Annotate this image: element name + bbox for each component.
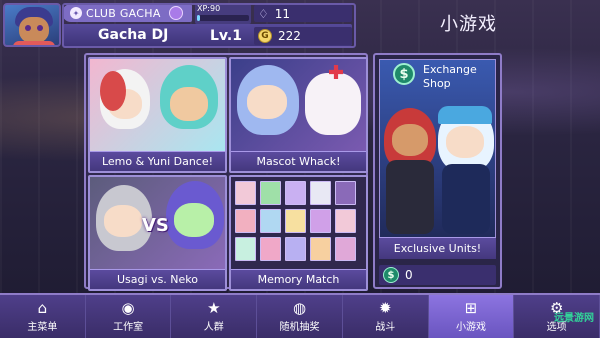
mascot-bunny [305, 73, 361, 135]
mascot-art [231, 59, 366, 151]
xp-fill [197, 15, 200, 21]
player-name: Gacha DJ [98, 27, 169, 43]
nav-studio[interactable]: ◉ 工作室 [85, 295, 172, 338]
nav-label: 主菜单 [27, 322, 58, 333]
minigames-panel: Lemo & Yuni Dance! Mascot Whack! VS Usag… [84, 53, 368, 291]
avatar-eye-right [37, 25, 43, 31]
nav-label: 随机抽奖 [279, 322, 320, 333]
camera-icon: ◉ [121, 299, 135, 317]
memory-card [235, 209, 256, 233]
character-face-green [174, 203, 214, 237]
vs-badge: VS [142, 215, 169, 236]
memory-card [285, 181, 306, 205]
minigame-tile-dance[interactable]: Lemo & Yuni Dance! [88, 57, 227, 173]
minigame-label: Usagi vs. Neko [90, 269, 225, 289]
memory-card [335, 209, 356, 233]
memory-card [310, 209, 331, 233]
avatar-shirt [13, 41, 55, 45]
exclusive-units-label: Exclusive Units! [379, 237, 496, 259]
star-icon: ★ [207, 299, 221, 317]
memory-card [335, 181, 356, 205]
exchange-shop-title: Exchange Shop [423, 63, 477, 91]
gem-count: 11 [274, 6, 291, 21]
club-bar[interactable]: ✦ CLUB GACHA [62, 4, 192, 22]
shop-currency-icon: $ [383, 267, 399, 283]
memory-card [285, 237, 306, 261]
home-icon: ⌂ [37, 299, 48, 317]
avatar[interactable] [3, 3, 61, 47]
player-header: ✦ CLUB GACHA Gacha DJ XP:90 Lv.1 ♢ 11 G … [0, 0, 360, 50]
nav-battle[interactable]: ✹ 战斗 [342, 295, 429, 338]
character-face [104, 205, 142, 237]
memory-card [235, 181, 256, 205]
exchange-shop-card[interactable]: $ Exchange Shop Exclusive Units! $ 0 [373, 53, 502, 289]
gold-counter[interactable]: G 222 [254, 27, 352, 45]
nav-crowd[interactable]: ★ 人群 [171, 295, 258, 338]
nav-gacha[interactable]: ◍ 随机抽奖 [257, 295, 343, 338]
usagi-neko-art: VS [90, 177, 225, 269]
character-red-hood [100, 71, 126, 111]
nav-main-menu[interactable]: ⌂ 主菜单 [0, 295, 86, 338]
character-dark-outfit [386, 160, 434, 234]
memory-card [260, 181, 281, 205]
gem-icon: ♢ [258, 6, 269, 21]
memory-card [235, 237, 256, 261]
battle-icon: ✹ [378, 299, 392, 317]
minigame-label: Lemo & Yuni Dance! [90, 151, 225, 171]
memory-card [310, 237, 331, 261]
memory-art [231, 177, 366, 269]
shop-balance-value: 0 [405, 268, 413, 282]
memory-card [335, 237, 356, 261]
character-face [247, 85, 287, 119]
gacha-icon: ◍ [292, 299, 307, 317]
nav-label: 人群 [203, 322, 224, 333]
nav-minigames[interactable]: ⊞ 小游戏 [428, 295, 515, 338]
xp-label: XP:90 [197, 4, 221, 13]
exchange-shop-title-line1: Exchange [423, 63, 477, 76]
minigame-label: Memory Match [231, 269, 366, 289]
nav-label: 小游戏 [455, 322, 486, 333]
minigame-label: Mascot Whack! [231, 151, 366, 171]
memory-card [260, 237, 281, 261]
shop-balance: $ 0 [379, 265, 496, 285]
club-icon: ✦ [70, 7, 82, 19]
character-face [392, 124, 428, 156]
page-title: 小游戏 [440, 14, 497, 35]
gem-counter[interactable]: ♢ 11 [254, 5, 352, 22]
bottom-nav: ⌂ 主菜单 ◉ 工作室 ★ 人群 ◍ 随机抽奖 ✹ 战斗 ⊞ 小游戏 ⚙ 选项 [0, 293, 600, 338]
avatar-eye-left [25, 25, 31, 31]
memory-card [260, 209, 281, 233]
minigame-tile-usagi-neko[interactable]: VS Usagi vs. Neko [88, 175, 227, 291]
gold-count: 222 [278, 29, 301, 43]
gamepad-icon: ⊞ [464, 299, 478, 317]
character-blue-cap [438, 106, 492, 124]
club-label: CLUB GACHA [86, 6, 161, 20]
avatar-face [19, 17, 49, 43]
nav-label: 工作室 [113, 322, 144, 333]
character-face [170, 87, 208, 121]
xp-box: XP:90 [195, 4, 251, 24]
level-label: Lv.1 [210, 28, 242, 44]
memory-card [310, 181, 331, 205]
club-emblem-icon [168, 6, 183, 20]
nav-label: 战斗 [375, 322, 396, 333]
exchange-shop-title-line2: Shop [423, 77, 451, 90]
gold-coin-icon: G [258, 29, 272, 43]
dance-art [90, 59, 225, 151]
watermark: 远景游网 [554, 313, 594, 324]
minigame-tile-mascot-whack[interactable]: Mascot Whack! [229, 57, 368, 173]
memory-card [285, 209, 306, 233]
minigame-tile-memory-match[interactable]: Memory Match [229, 175, 368, 291]
xp-track [197, 15, 249, 21]
character-face [446, 126, 484, 158]
dollar-icon: $ [393, 63, 415, 85]
character-blue-outfit [442, 164, 490, 234]
